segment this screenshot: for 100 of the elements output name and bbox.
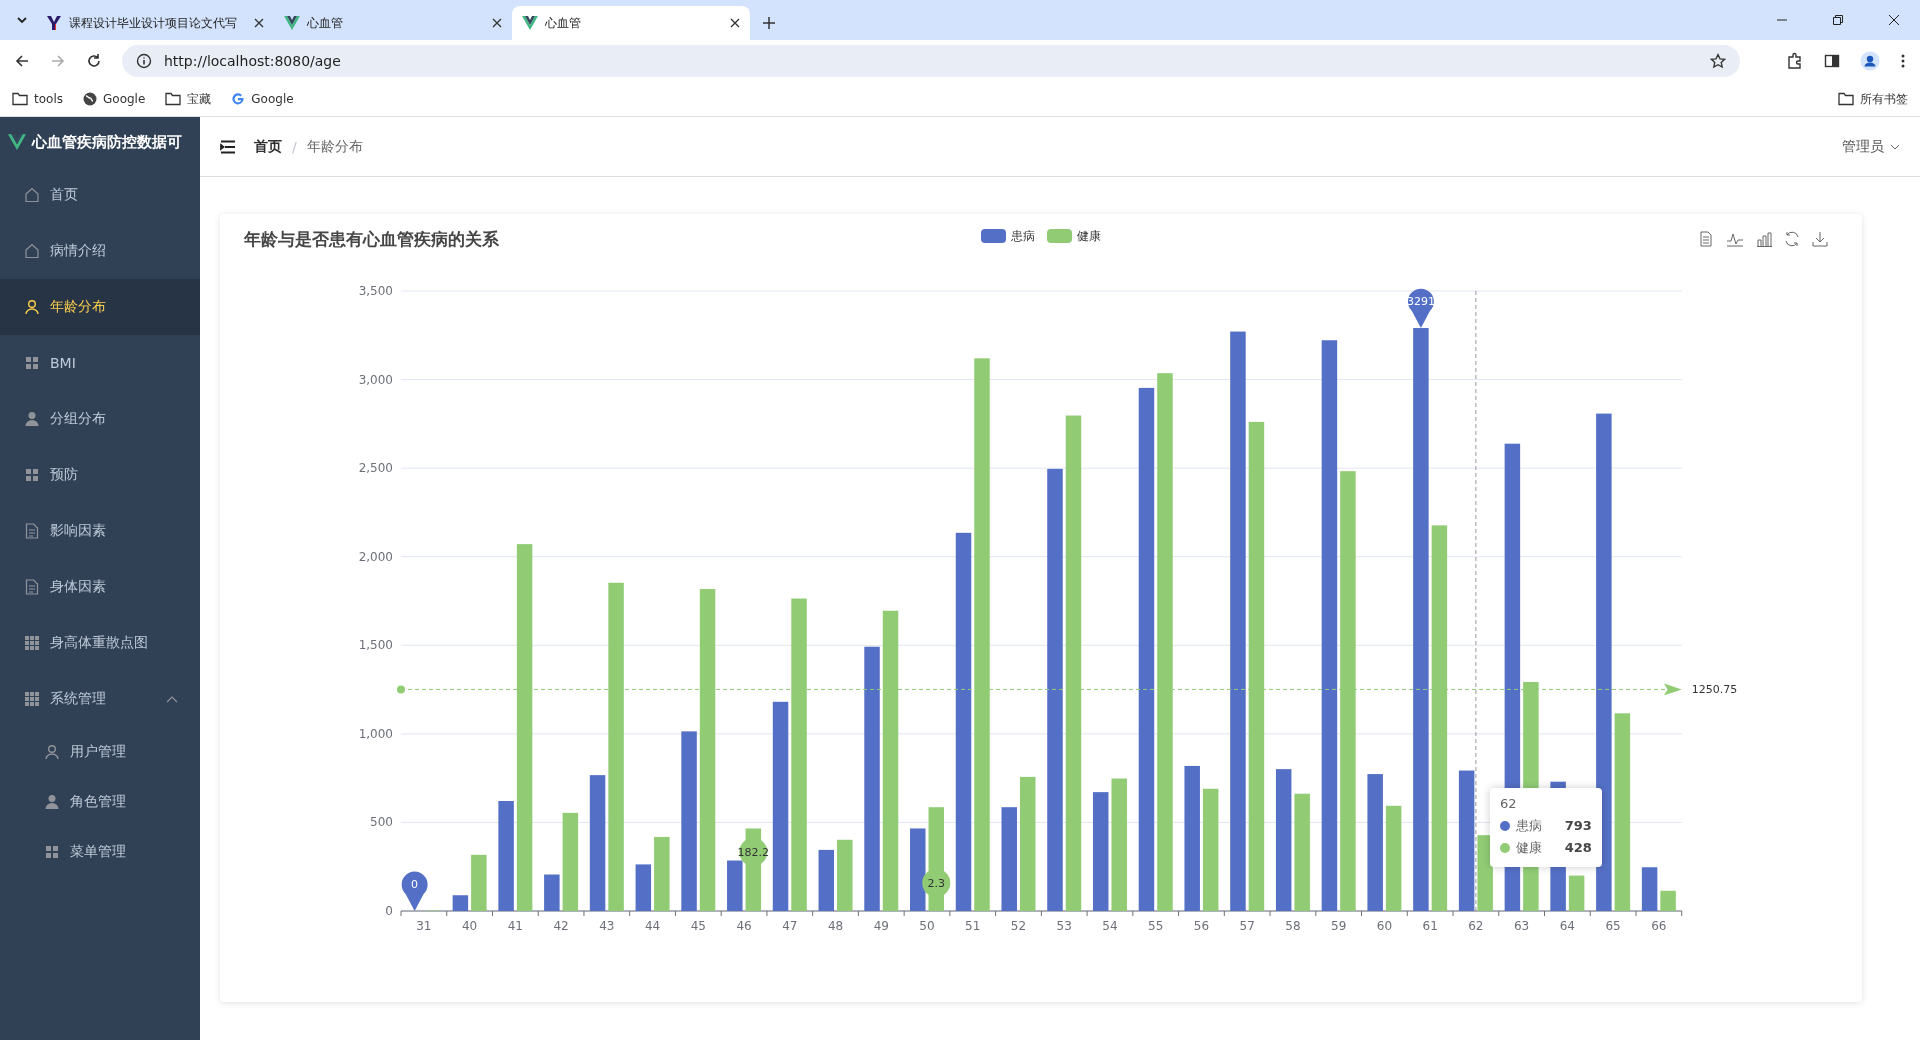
sidebar-item[interactable]: 分组分布 <box>0 391 200 447</box>
breadcrumb-item[interactable]: 首页 <box>254 137 282 156</box>
axis-label: 56 <box>1193 919 1210 933</box>
globe-icon <box>83 92 97 106</box>
reload-icon[interactable] <box>86 53 102 69</box>
axis-label: 3,000 <box>358 372 393 387</box>
bar[interactable] <box>1641 867 1658 911</box>
chart-title: 年龄与是否患有心血管疾病的关系 <box>244 227 500 251</box>
vue-logo-icon <box>284 16 300 30</box>
axis-label: 40 <box>461 919 478 933</box>
bookmark[interactable]: 宝藏 <box>165 90 212 108</box>
folder-icon <box>165 92 182 106</box>
bar[interactable] <box>1458 770 1475 911</box>
download-icon[interactable] <box>1812 231 1828 247</box>
tooltip-series: 健康 <box>1515 838 1542 857</box>
legend-item[interactable]: 患病 <box>981 227 1035 245</box>
side-panel-icon[interactable] <box>1824 53 1840 69</box>
axis-label: 54 <box>1102 919 1118 933</box>
address-bar[interactable]: http://localhost:8080/age <box>122 45 1740 77</box>
bar[interactable] <box>772 701 789 911</box>
browser-tab[interactable]: 课程设计毕业设计项目论文代写 <box>36 6 274 40</box>
menu-icon[interactable] <box>1900 53 1906 69</box>
axis-label: 51 <box>965 919 981 933</box>
menu-icon[interactable] <box>220 139 236 154</box>
close-icon[interactable] <box>730 18 740 28</box>
axis-label: 50 <box>919 919 935 933</box>
browser-tab[interactable]: 心血管 <box>512 6 750 40</box>
user-icon <box>44 744 60 760</box>
breadcrumb-separator: / <box>292 138 297 155</box>
sidebar-item[interactable]: 病情介绍 <box>0 223 200 279</box>
axis-label: 1,000 <box>358 726 393 741</box>
axis-label: 48 <box>827 919 844 933</box>
sidebar-item[interactable]: 影响因素 <box>0 503 200 559</box>
line-chart-icon[interactable] <box>1726 231 1744 247</box>
close-icon[interactable] <box>254 18 264 28</box>
axis-label: 41 <box>507 919 523 933</box>
user-menu[interactable]: 管理员 <box>1842 137 1900 156</box>
app-title: 心血管疾病防控数据可 <box>32 132 182 152</box>
refresh-icon[interactable] <box>1784 231 1800 247</box>
bar[interactable] <box>955 532 972 911</box>
grid-icon <box>24 691 40 707</box>
star-icon[interactable] <box>1710 53 1726 69</box>
sidebar-item[interactable]: 预防 <box>0 447 200 503</box>
axis-label: 49 <box>873 919 889 933</box>
sidebar-item[interactable]: 用户管理 <box>0 727 200 777</box>
grid-icon <box>24 635 40 651</box>
new-tab-icon[interactable] <box>762 16 776 30</box>
puzzle-icon[interactable] <box>1786 52 1804 70</box>
bar[interactable] <box>818 849 835 911</box>
sidebar-item[interactable]: 角色管理 <box>0 777 200 827</box>
data-view-icon[interactable] <box>1698 231 1714 247</box>
vue-logo-icon <box>522 16 538 30</box>
axis-label: 64 <box>1559 919 1575 933</box>
sidebar-item[interactable]: 菜单管理 <box>0 827 200 877</box>
axis-label: 45 <box>690 919 706 933</box>
axis-label: 59 <box>1331 919 1347 933</box>
bar[interactable] <box>1321 340 1338 911</box>
bar[interactable] <box>1138 387 1155 911</box>
breadcrumb-item: 年龄分布 <box>306 137 363 156</box>
forward-icon[interactable] <box>50 53 66 69</box>
bar[interactable] <box>1092 792 1109 911</box>
bar[interactable] <box>635 864 652 911</box>
sidebar-item[interactable]: BMI <box>0 335 200 391</box>
axis-label: 65 <box>1605 919 1621 933</box>
bar[interactable] <box>452 895 469 911</box>
profile-icon[interactable] <box>1860 51 1880 71</box>
folder-icon <box>1838 92 1854 106</box>
axis-label: 46 <box>736 919 752 933</box>
document-icon <box>24 523 40 539</box>
close-icon[interactable] <box>1888 14 1900 26</box>
axis-label: 60 <box>1376 919 1393 933</box>
legend-item[interactable]: 健康 <box>1047 227 1101 245</box>
bar-chart-icon[interactable] <box>1756 231 1772 247</box>
browser-tab[interactable]: 心血管 <box>274 6 512 40</box>
sidebar-item[interactable]: 身体因素 <box>0 559 200 615</box>
axis-label: 61 <box>1422 919 1438 933</box>
sidebar-item[interactable]: 系统管理 <box>0 671 200 727</box>
axis-label: 500 <box>370 815 393 830</box>
dropdown-icon[interactable] <box>16 14 28 26</box>
marker-pin: 0 <box>401 871 428 911</box>
axis-label: 57 <box>1239 919 1255 933</box>
info-icon[interactable] <box>136 53 152 69</box>
marker-bubble: 2.3 <box>922 869 951 897</box>
back-icon[interactable] <box>14 53 30 69</box>
bookmark[interactable]: Google <box>83 92 146 106</box>
bookmark[interactable]: tools <box>12 92 63 106</box>
axis-label: 43 <box>599 919 615 933</box>
sidebar-item[interactable]: 首页 <box>0 167 200 223</box>
sidebar-item[interactable]: 身高体重散点图 <box>0 615 200 671</box>
bookmark[interactable]: 所有书签 <box>1838 90 1908 108</box>
bar[interactable] <box>1596 413 1612 911</box>
bookmark[interactable]: Google <box>231 92 294 106</box>
bar[interactable] <box>589 775 606 911</box>
axis-label: 63 <box>1514 919 1530 933</box>
axis-label: 31 <box>416 919 432 933</box>
restore-icon[interactable] <box>1832 14 1844 26</box>
sidebar-item[interactable]: 年龄分布 <box>0 279 200 335</box>
close-icon[interactable] <box>492 18 502 28</box>
bar[interactable] <box>1275 769 1292 911</box>
axis-label: 58 <box>1285 919 1301 933</box>
